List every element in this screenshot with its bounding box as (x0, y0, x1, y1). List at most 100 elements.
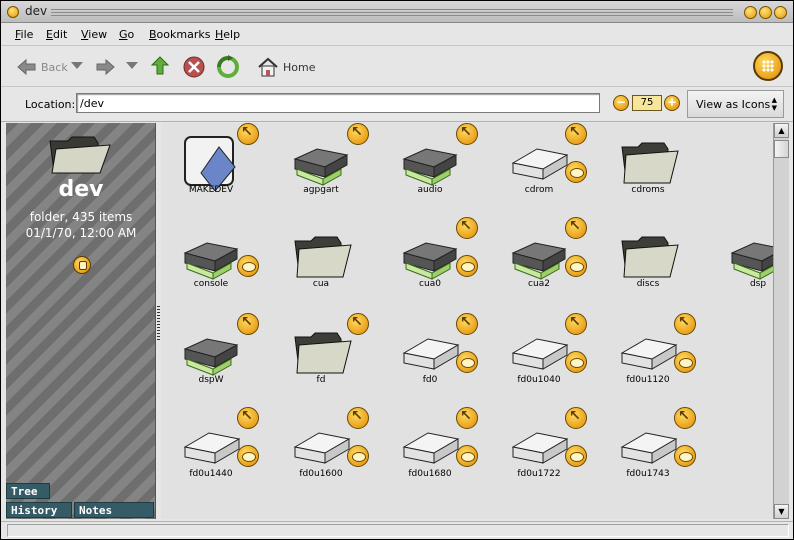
symlink-emblem-icon (237, 313, 259, 335)
drive-icon (511, 148, 569, 180)
home-label: Home (283, 60, 316, 74)
disc-emblem-icon (347, 445, 369, 467)
file-item[interactable]: cdrom (497, 123, 587, 203)
tab-notes[interactable]: Notes (74, 502, 154, 518)
zoom-in-button[interactable]: + (664, 95, 680, 111)
tab-history[interactable]: History (6, 502, 72, 518)
file-item-label: dspW (198, 375, 224, 385)
file-item[interactable]: agpgart (279, 123, 369, 203)
stop-icon[interactable] (183, 56, 205, 80)
file-item[interactable]: fd0u1440 (169, 407, 259, 487)
disc-emblem-icon (456, 255, 478, 277)
sidebar-panel: dev folder, 435 items 01/1/70, 12:00 AM (6, 123, 156, 519)
symlink-emblem-icon (456, 217, 478, 239)
zoom-level[interactable]: 75 (632, 95, 662, 111)
file-item[interactable]: fd0 (388, 313, 478, 393)
file-item[interactable]: dsp (716, 217, 773, 297)
location-input[interactable] (76, 93, 600, 113)
window-title: dev (25, 4, 48, 18)
disc-emblem-icon (456, 351, 478, 373)
file-item-label: agpgart (303, 185, 339, 195)
symlink-emblem-icon (237, 407, 259, 429)
file-item[interactable]: MAKEDEV (169, 123, 259, 203)
view-as-select[interactable]: View as Icons ▲ ▼ (687, 90, 784, 118)
disc-emblem-icon (565, 445, 587, 467)
lock-emblem-icon (73, 256, 91, 274)
menu-bookmarks[interactable]: Bookmarks (149, 28, 210, 41)
file-item[interactable]: dspW (169, 313, 259, 393)
drive-icon (511, 338, 569, 370)
close-button[interactable] (774, 6, 787, 19)
toolbar: Back Home (1, 47, 793, 87)
menu-edit[interactable]: Edit (46, 28, 67, 41)
back-arrow-icon (17, 58, 36, 76)
file-item[interactable]: cua0 (388, 217, 478, 297)
window-menu-icon[interactable] (7, 6, 19, 18)
status-bar (1, 521, 793, 539)
drive-icon (402, 338, 460, 370)
file-item[interactable]: cua (279, 217, 363, 297)
icon-view[interactable]: MAKEDEV agpgart audio cdrom cdroms console cua… (161, 123, 773, 519)
device-icon (402, 148, 458, 186)
scroll-down-button[interactable]: ▼ (774, 504, 789, 519)
device-icon (402, 242, 458, 280)
menu-help[interactable]: Help (215, 28, 240, 41)
menu-view[interactable]: View (81, 28, 107, 41)
title-bar[interactable]: dev (1, 1, 793, 23)
symlink-emblem-icon (456, 407, 478, 429)
file-item[interactable]: console (169, 217, 259, 297)
vertical-scrollbar[interactable]: ▲ ▼ (773, 123, 789, 519)
symlink-emblem-icon (674, 313, 696, 335)
status-text (7, 524, 789, 537)
disc-emblem-icon (237, 255, 259, 277)
minimize-button[interactable] (744, 6, 757, 19)
file-item[interactable]: fd0u1680 (388, 407, 478, 487)
title-bar-grip (51, 9, 733, 16)
drive-icon (402, 432, 460, 464)
file-item[interactable]: fd0u1600 (279, 407, 369, 487)
file-item[interactable]: fd0u1743 (606, 407, 696, 487)
forward-history-dropdown-icon[interactable] (126, 62, 138, 86)
file-item[interactable]: fd0u1120 (606, 313, 696, 393)
disc-emblem-icon (674, 445, 696, 467)
device-icon (293, 148, 349, 186)
scroll-thumb[interactable] (774, 140, 789, 158)
device-icon (511, 242, 567, 280)
folder-icon (621, 236, 679, 278)
file-item-label: fd (316, 375, 326, 385)
up-arrow-icon[interactable] (151, 56, 169, 80)
drive-icon (511, 432, 569, 464)
menu-bar: File Edit View Go Bookmarks Help (1, 24, 793, 46)
file-item[interactable]: discs (606, 217, 690, 297)
forward-arrow-icon[interactable] (95, 58, 115, 82)
symlink-emblem-icon (456, 123, 478, 145)
file-item[interactable]: cua2 (497, 217, 587, 297)
file-item-label: discs (636, 279, 660, 289)
activity-throbber-icon[interactable] (753, 51, 783, 81)
home-button[interactable]: Home (257, 55, 315, 79)
back-button[interactable]: Back (17, 55, 68, 79)
file-item-label: fd0u1120 (626, 375, 670, 385)
menu-file[interactable]: File (15, 28, 33, 41)
file-item[interactable]: fd (279, 313, 369, 393)
file-item-label: fd0u1743 (626, 469, 670, 479)
sidebar-tabs: Tree History Notes (6, 483, 156, 519)
sidebar-title: dev (58, 177, 104, 202)
device-icon (183, 242, 239, 280)
sidebar-item-count: folder, 435 items (29, 210, 133, 224)
file-item-label: fd0u1680 (408, 469, 452, 479)
file-item[interactable]: audio (388, 123, 478, 203)
back-history-dropdown-icon[interactable] (71, 62, 83, 86)
maximize-button[interactable] (759, 6, 772, 19)
sidebar-resize-handle[interactable] (157, 306, 160, 342)
file-item[interactable]: fd0u1040 (497, 313, 587, 393)
folder-icon (49, 136, 111, 174)
file-item[interactable]: fd0u1722 (497, 407, 587, 487)
file-item-label: cdroms (631, 185, 665, 195)
file-item[interactable]: cdroms (606, 123, 690, 203)
menu-go[interactable]: Go (119, 28, 134, 41)
reload-icon[interactable] (216, 55, 240, 79)
zoom-out-button[interactable]: − (613, 95, 629, 111)
tab-tree[interactable]: Tree (6, 483, 50, 499)
scroll-up-button[interactable]: ▲ (774, 123, 789, 138)
